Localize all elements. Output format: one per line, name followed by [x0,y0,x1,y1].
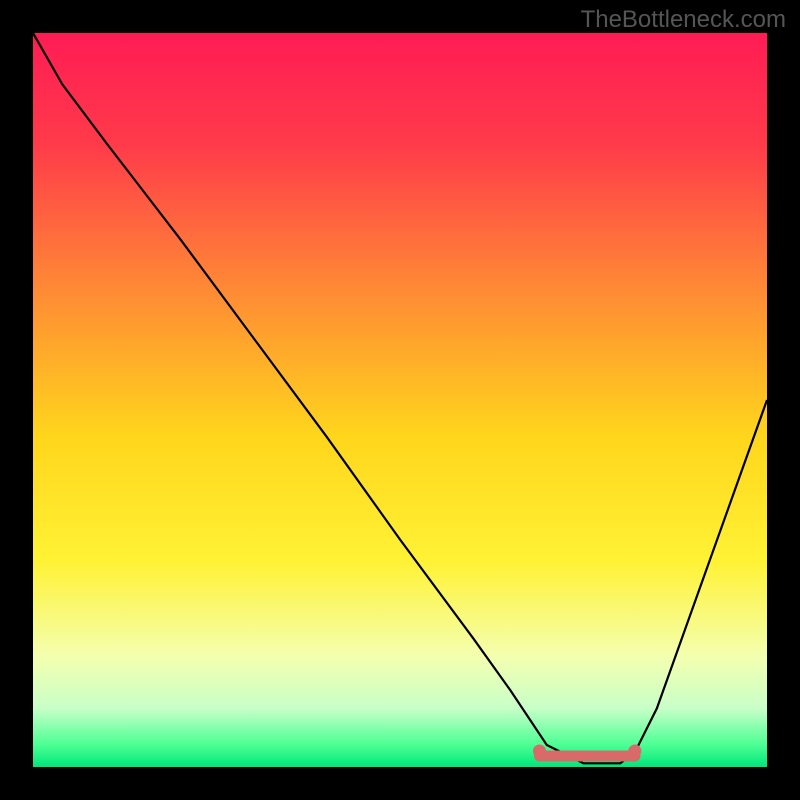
gradient-background [33,33,767,767]
plot-area [33,33,767,767]
bottleneck-chart [33,33,767,767]
watermark-text: TheBottleneck.com [581,6,786,34]
band-marker-left [533,744,546,757]
band-marker-right [628,744,641,757]
